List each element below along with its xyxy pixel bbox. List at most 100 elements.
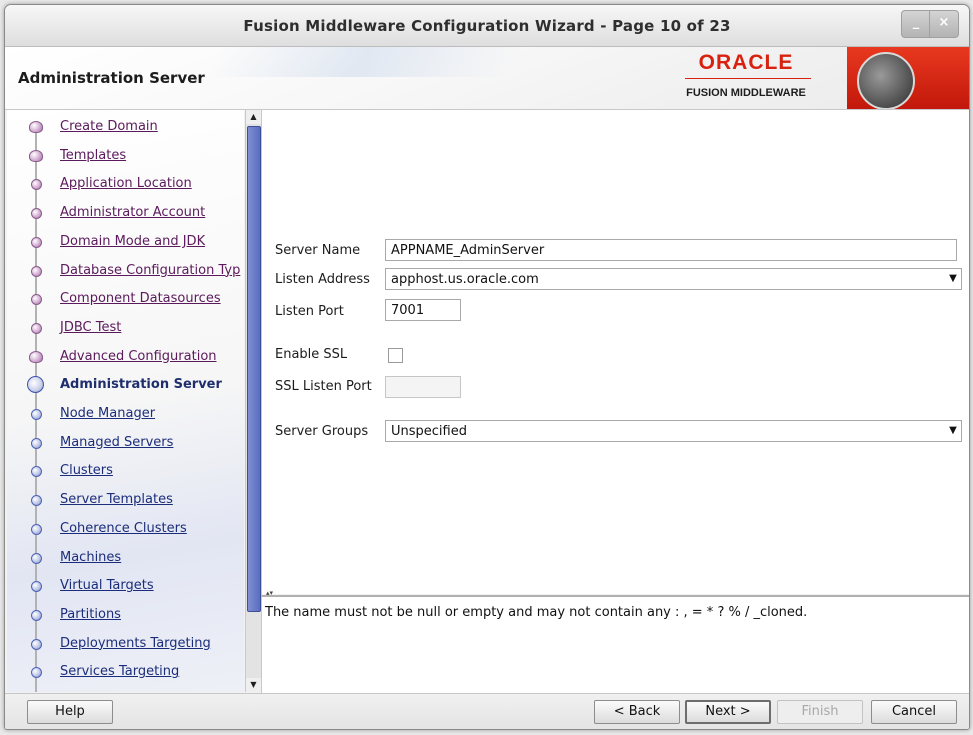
sidebar-step-item[interactable]: Virtual Targets — [7, 573, 244, 599]
banner-swoosh — [203, 47, 527, 77]
sidebar-step-label: Machines — [60, 549, 122, 565]
enable-ssl-label: Enable SSL — [275, 347, 348, 362]
step-indicator-icon — [29, 149, 43, 162]
server-groups-combo[interactable]: Unspecified ▼ — [385, 420, 962, 442]
listen-address-combo[interactable]: apphost.us.oracle.com ▼ — [385, 268, 962, 290]
sidebar-step-item[interactable]: Application Location — [7, 171, 244, 197]
step-indicator-icon — [31, 609, 42, 621]
sidebar-step-item[interactable]: JDBC Test — [7, 315, 244, 341]
sidebar-step-item[interactable]: Database Configuration Typ — [7, 258, 244, 284]
sidebar-step-item[interactable]: Advanced Configuration — [7, 344, 244, 370]
sidebar-step-item[interactable]: Templates — [7, 143, 244, 169]
cancel-button[interactable]: Cancel — [871, 700, 957, 724]
sidebar-step-item[interactable]: Administrator Account — [7, 200, 244, 226]
window-title: Fusion Middleware Configuration Wizard -… — [243, 17, 731, 35]
logo-underline — [685, 78, 811, 79]
header-banner: Administration Server ORACLE FUSION MIDD… — [5, 47, 969, 110]
oracle-logo: ORACLE — [698, 51, 794, 74]
scroll-down-icon[interactable]: ▼ — [246, 678, 261, 692]
close-icon: × — [938, 15, 950, 30]
chevron-down-icon[interactable]: ▼ — [947, 424, 959, 438]
sidebar-step-item[interactable]: Administration Server — [7, 372, 244, 398]
step-indicator-icon — [31, 294, 42, 306]
button-bar: Help < Back Next > Finish Cancel — [5, 693, 969, 729]
next-button[interactable]: Next > — [685, 700, 771, 724]
sidebar-step-label: Database Configuration Typ — [60, 262, 241, 278]
sidebar-step-label: Administrator Account — [60, 205, 206, 221]
sidebar-step-item[interactable]: Node Manager — [7, 401, 244, 427]
step-indicator-icon — [31, 638, 42, 650]
ssl-listen-port-label: SSL Listen Port — [275, 379, 372, 394]
server-name-input[interactable]: APPNAME_AdminServer — [385, 239, 957, 261]
step-indicator-icon — [31, 581, 42, 593]
title-bar[interactable]: Fusion Middleware Configuration Wizard -… — [5, 5, 969, 47]
server-groups-label: Server Groups — [275, 424, 369, 439]
step-indicator-icon — [31, 208, 42, 220]
listen-address-value: apphost.us.oracle.com — [391, 272, 539, 287]
step-indicator-icon — [29, 350, 43, 363]
step-indicator-icon — [31, 466, 42, 478]
sidebar-step-item[interactable]: Machines — [7, 545, 244, 571]
sidebar-step-label: Managed Servers — [60, 434, 174, 450]
ssl-listen-port-input[interactable] — [385, 376, 461, 398]
listen-address-label: Listen Address — [275, 272, 370, 287]
sidebar-step-label: Advanced Configuration — [60, 348, 217, 364]
close-button[interactable]: × — [929, 10, 959, 38]
step-indicator-icon — [31, 523, 42, 535]
scroll-up-icon[interactable]: ▲ — [246, 110, 261, 124]
main-form-panel: Server Name APPNAME_AdminServer Listen A… — [261, 110, 969, 594]
wizard-window: Fusion Middleware Configuration Wizard -… — [4, 4, 970, 730]
scrollbar-thumb[interactable] — [247, 126, 261, 612]
listen-port-input[interactable]: 7001 — [385, 299, 461, 321]
step-indicator-icon — [31, 409, 42, 420]
sidebar-step-label: Node Manager — [60, 406, 156, 421]
sidebar-step-label: Virtual Targets — [60, 578, 154, 594]
minimize-button[interactable]: _ — [901, 10, 931, 38]
finish-button[interactable]: Finish — [777, 700, 863, 724]
sidebar-step-label: Create Domain — [60, 119, 158, 134]
chevron-down-icon[interactable]: ▼ — [947, 272, 959, 286]
fusion-middleware-logo: FUSION MIDDLEWARE — [686, 87, 806, 99]
sidebar-step-label: Partitions — [60, 606, 121, 622]
step-indicator-icon — [31, 437, 42, 449]
sidebar-step-label: JDBC Test — [60, 319, 122, 335]
wizard-steps-nav: Create Domain Templates Application Locati… — [7, 110, 244, 692]
page-heading: Administration Server — [18, 69, 205, 87]
sidebar-step-label: Component Datasources — [60, 291, 221, 307]
sidebar-step-item[interactable]: Component Datasources — [7, 286, 244, 312]
step-indicator-icon — [31, 552, 42, 564]
sidebar-step-item[interactable]: Clusters — [7, 458, 244, 484]
sidebar-step-label: Coherence Clusters — [60, 520, 187, 536]
sidebar-step-label: Templates — [60, 147, 127, 163]
sidebar-step-label: Administration Server — [60, 377, 222, 393]
back-button[interactable]: < Back — [594, 700, 680, 724]
listen-port-label: Listen Port — [275, 304, 344, 319]
validation-message: The name must not be null or empty and m… — [265, 605, 808, 620]
step-indicator-icon — [31, 265, 42, 277]
step-indicator-icon — [31, 179, 42, 191]
sidebar-step-item[interactable]: Create Domain — [7, 114, 244, 140]
sidebar-step-label: Application Location — [60, 176, 192, 192]
sidebar-scrollbar[interactable]: ▲ ▼ — [245, 110, 262, 692]
server-groups-value: Unspecified — [391, 424, 467, 439]
sidebar-step-label: Server Templates — [60, 492, 173, 508]
sidebar-step-item[interactable]: Server Templates — [7, 487, 244, 513]
step-indicator-icon — [31, 667, 42, 679]
help-button[interactable]: Help — [27, 700, 113, 724]
sidebar-step-label: Clusters — [60, 463, 113, 479]
sidebar-step-item[interactable]: Domain Mode and JDK — [7, 229, 244, 255]
globe-icon — [857, 52, 915, 109]
server-name-label: Server Name — [275, 243, 361, 258]
message-panel: The name must not be null or empty and m… — [261, 595, 969, 694]
sidebar-step-label: Deployments Targeting — [60, 635, 211, 651]
sidebar-step-item[interactable]: Services Targeting — [7, 659, 244, 685]
sidebar-step-item[interactable]: Managed Servers — [7, 430, 244, 456]
sidebar-step-label: Domain Mode and JDK — [60, 233, 206, 249]
sidebar-step-label: Services Targeting — [60, 664, 180, 680]
enable-ssl-checkbox[interactable] — [388, 348, 403, 363]
step-indicator-icon — [29, 121, 43, 133]
sidebar-step-item[interactable]: Deployments Targeting — [7, 631, 244, 657]
sidebar-step-item[interactable]: Coherence Clusters — [7, 516, 244, 542]
step-indicator-icon — [27, 376, 44, 394]
sidebar-step-item[interactable]: Partitions — [7, 602, 244, 628]
